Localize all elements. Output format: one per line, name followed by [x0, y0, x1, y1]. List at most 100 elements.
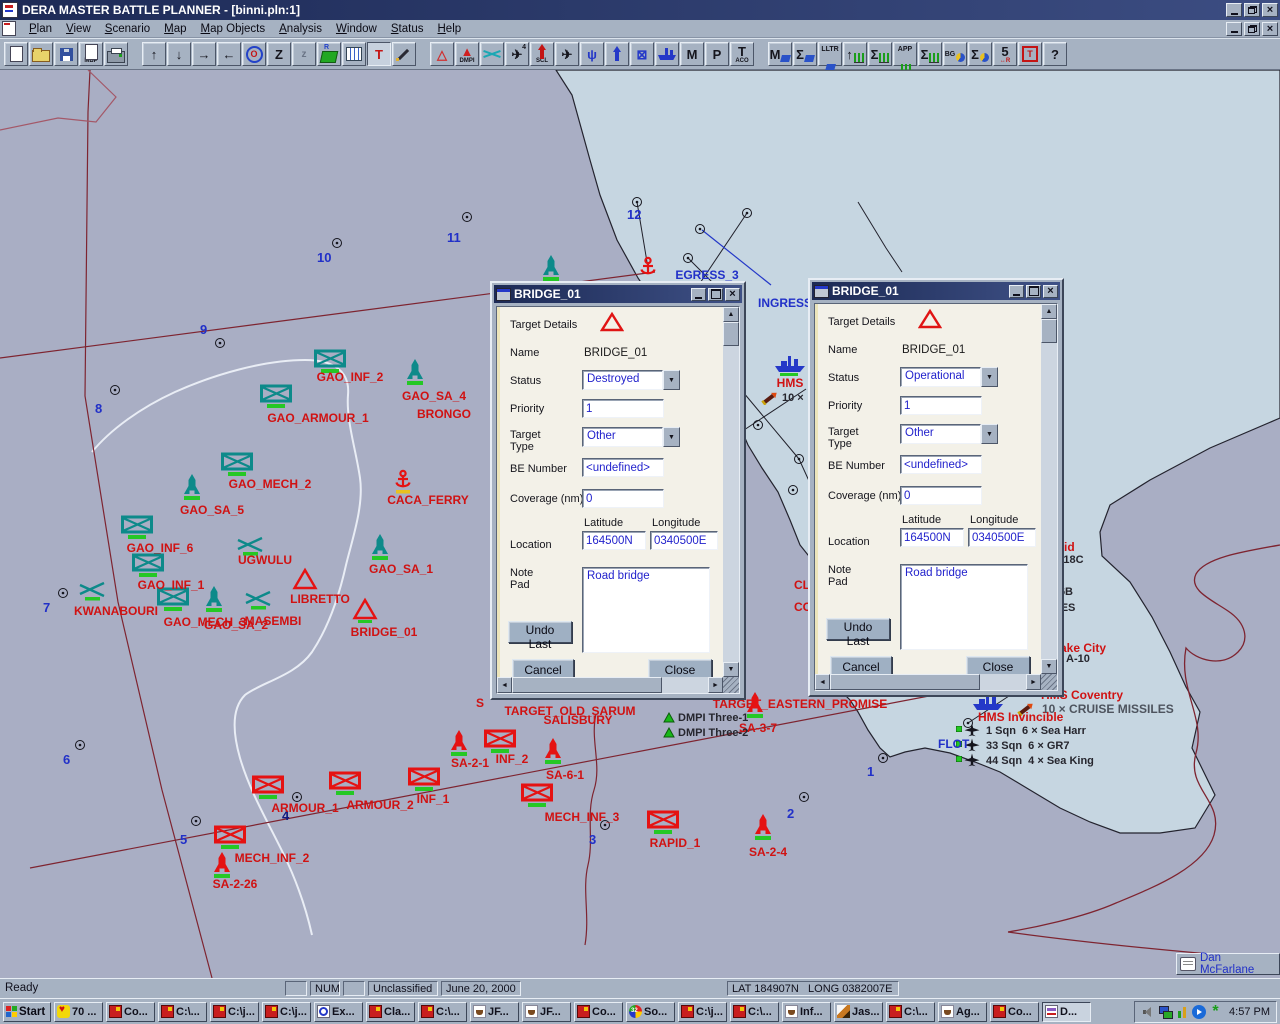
menu-status[interactable]: Status — [384, 22, 431, 36]
help-button[interactable]: ? — [1043, 42, 1067, 66]
latitude-field[interactable] — [582, 531, 646, 550]
scrollbar-thumb[interactable] — [723, 322, 739, 346]
sam-unit-icon[interactable] — [211, 851, 233, 879]
horizontal-scrollbar[interactable]: ◄ ► — [815, 674, 1041, 690]
task-button-17[interactable]: Ag... — [938, 1002, 987, 1022]
dialog-title-bar[interactable]: BRIDGE_01 × — [812, 282, 1060, 300]
task-button-10[interactable]: Co... — [574, 1002, 623, 1022]
sam-unit-icon[interactable] — [448, 729, 470, 757]
gsq-unit-icon[interactable] — [956, 756, 962, 762]
task-button-13[interactable]: C:\... — [730, 1002, 779, 1022]
pan-right-button[interactable]: → — [192, 42, 216, 66]
tri-unit-icon[interactable] — [292, 567, 318, 594]
vertical-scrollbar[interactable]: ▲ ▼ — [723, 307, 739, 677]
waypoint-icon[interactable] — [877, 752, 889, 764]
inf-unit-icon[interactable] — [519, 783, 555, 809]
waypoint-icon[interactable] — [741, 207, 753, 219]
dialog-minimize-button[interactable] — [691, 288, 706, 301]
msl-unit-icon[interactable] — [761, 391, 779, 405]
task-button-7[interactable]: C:\... — [418, 1002, 467, 1022]
task-button-6[interactable]: Cla... — [366, 1002, 415, 1022]
start-button[interactable]: Start — [3, 1002, 51, 1022]
anchor-unit-icon[interactable] — [639, 256, 657, 282]
scroll-left-icon[interactable]: ◄ — [815, 674, 830, 690]
map-canvas[interactable]: GAO_INF_2GAO_SA_4BRONGOGAO_ARMOUR_1GAO_M… — [0, 70, 1280, 978]
dialog-maximize-button[interactable] — [1026, 285, 1041, 298]
task-button-4[interactable]: C:\j... — [262, 1002, 311, 1022]
scrollbar-thumb[interactable] — [1041, 319, 1057, 343]
dropdown-arrow-icon[interactable]: ▼ — [663, 370, 680, 390]
cross-unit-icon[interactable] — [243, 589, 273, 610]
waypoint-icon[interactable] — [787, 484, 799, 496]
dmpi-unit-icon[interactable] — [663, 727, 675, 738]
coverage-field[interactable] — [900, 486, 982, 505]
task-monitor-icon[interactable] — [1175, 1005, 1190, 1019]
resize-grip[interactable] — [1041, 674, 1057, 690]
scroll-up-icon[interactable]: ▲ — [723, 307, 739, 322]
waypoint-icon[interactable] — [74, 739, 86, 751]
cancel-button[interactable]: Cancel — [830, 656, 892, 674]
scud-scl-button[interactable]: SCL — [530, 42, 554, 66]
task-button-14[interactable]: Inf... — [782, 1002, 831, 1022]
tri-unit-icon[interactable] — [352, 597, 378, 624]
sam-unit-icon[interactable] — [752, 813, 774, 841]
menu-plan[interactable]: Plan — [22, 22, 59, 36]
inf-unit-icon[interactable] — [250, 775, 286, 801]
target-details-dialog[interactable]: BRIDGE_01 × Target Details Name BRIDGE_0… — [490, 281, 746, 700]
task-button-1[interactable]: Co... — [106, 1002, 155, 1022]
cancel-button[interactable]: Cancel — [512, 659, 574, 677]
target-type-dropdown[interactable]: Other ▼ — [900, 424, 998, 444]
sam-tool-button[interactable]: ψ — [580, 42, 604, 66]
network-icon[interactable] — [1158, 1005, 1173, 1019]
menu-analysis[interactable]: Analysis — [272, 22, 329, 36]
zoom-out-button[interactable]: z — [292, 42, 316, 66]
note-pad-field[interactable]: Road bridge — [582, 567, 710, 653]
text-labels-button[interactable]: T — [367, 42, 391, 66]
sam-unit-icon[interactable] — [203, 585, 225, 613]
dialog-maximize-button[interactable] — [708, 288, 723, 301]
center-button[interactable] — [242, 42, 266, 66]
ship-tool-button[interactable] — [655, 42, 679, 66]
close-dialog-button[interactable]: Close — [648, 659, 712, 677]
sam-unit-icon[interactable] — [540, 254, 562, 282]
vertical-scrollbar[interactable]: ▲ ▼ — [1041, 304, 1057, 674]
waypoint-icon[interactable] — [109, 384, 121, 396]
waypoint-icon[interactable] — [214, 337, 226, 349]
task-button-2[interactable]: C:\... — [158, 1002, 207, 1022]
aircraft-4-button[interactable]: ✈4 — [505, 42, 529, 66]
restore-button[interactable] — [1244, 3, 1260, 17]
inf-unit-icon[interactable] — [406, 767, 442, 793]
aircraft-button[interactable]: ✈ — [555, 42, 579, 66]
add-dmpi-button[interactable]: ▲DMPI — [455, 42, 479, 66]
status-dropdown[interactable]: Operational ▼ — [900, 367, 998, 387]
dropdown-arrow-icon[interactable]: ▼ — [981, 424, 998, 444]
volume-icon[interactable] — [1141, 1005, 1156, 1019]
sam-unit-icon[interactable] — [542, 737, 564, 765]
longitude-field[interactable] — [968, 528, 1036, 547]
menu-help[interactable]: Help — [430, 22, 468, 36]
add-target-button[interactable]: △ — [430, 42, 454, 66]
mdi-restore-button[interactable] — [1244, 22, 1260, 36]
stats-sum-2-button[interactable]: Σ — [918, 42, 942, 66]
messenger-icon[interactable] — [1192, 1005, 1206, 1019]
inf-unit-icon[interactable] — [119, 515, 155, 541]
sam-unit-icon[interactable] — [369, 533, 391, 561]
inf-unit-icon[interactable] — [645, 810, 681, 836]
be-number-field[interactable] — [900, 455, 982, 474]
waypoint-icon[interactable] — [331, 237, 343, 249]
sum-overlay-button[interactable]: Σ — [793, 42, 817, 66]
waypoint-icon[interactable] — [694, 223, 706, 235]
print-button[interactable] — [104, 42, 128, 66]
priority-field[interactable] — [582, 399, 664, 418]
waypoint-icon[interactable] — [190, 815, 202, 827]
stats-sum-button[interactable]: Σ — [868, 42, 892, 66]
dropdown-arrow-icon[interactable]: ▼ — [981, 367, 998, 387]
sum-pie-button[interactable]: Σ — [968, 42, 992, 66]
m-overlay-button[interactable]: M — [768, 42, 792, 66]
m-tool-button[interactable]: M — [680, 42, 704, 66]
redraw-flag-button[interactable] — [317, 42, 341, 66]
mdi-minimize-button[interactable] — [1226, 22, 1242, 36]
coverage-field[interactable] — [582, 489, 664, 508]
aco-tool-button[interactable]: TACO — [730, 42, 754, 66]
open-button[interactable] — [29, 42, 53, 66]
